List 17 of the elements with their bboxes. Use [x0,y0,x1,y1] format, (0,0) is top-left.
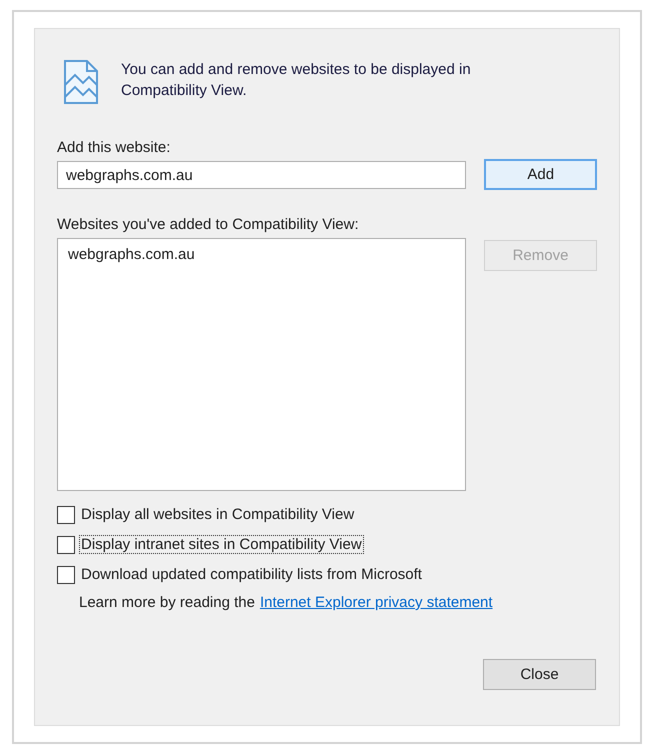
add-button[interactable]: Add [484,159,597,190]
checkbox[interactable] [57,506,75,524]
intro-text: You can add and remove websites to be displayed in Compatibility View. [121,60,472,101]
checkbox[interactable] [57,566,75,584]
field-label: Add this website: [57,139,172,156]
document-chart-icon [63,59,99,105]
checkbox-label[interactable]: Display intranet sites in Compatibility View [79,535,364,554]
list-label: Websites you've added to Compatibility View: [57,216,360,233]
checkbox-label[interactable]: Display all websites in Compatibility View [79,505,356,524]
website-list[interactable]: webgraphs.com.au [57,238,466,491]
checkbox[interactable] [57,536,75,554]
list-item[interactable]: webgraphs.com.au [68,245,455,264]
privacy-link[interactable]: Internet Explorer privacy statement [260,594,493,611]
website-field[interactable]: webgraphs.com.au [57,161,466,189]
checkbox-label[interactable]: Download updated compatibility lists from Microsoft [79,565,424,584]
close-button[interactable]: Close [483,659,596,690]
learn-more-text: Learn more by reading the [79,594,255,611]
